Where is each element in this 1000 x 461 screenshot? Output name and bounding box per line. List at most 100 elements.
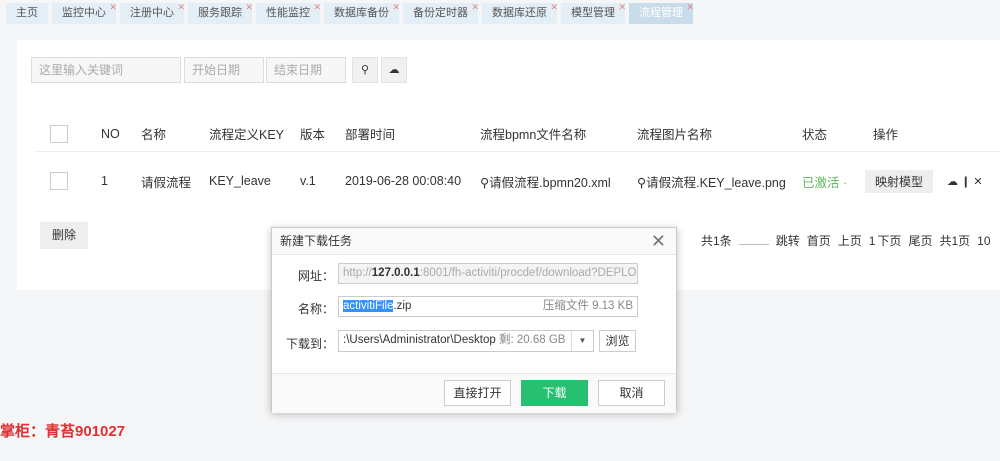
close-icon[interactable]: ✕ (973, 176, 982, 188)
tab-label: 数据库还原 (492, 7, 547, 19)
tab-close-icon[interactable]: ✕ (686, 0, 694, 18)
page-size-value: 10 (977, 234, 991, 248)
name-label: 名称： (297, 302, 334, 316)
page-count: 共1页 (939, 234, 971, 248)
tab-label: 监控中心 (62, 7, 106, 19)
table-header: NO 名称 流程定义KEY 版本 部署时间 流程bpmn文件名称 流程图片名称 … (34, 116, 1000, 152)
tab-4[interactable]: 性能监控 ✕ (256, 0, 321, 24)
tab-close-icon[interactable]: ✕ (471, 0, 479, 18)
png-link[interactable]: ⚲请假流程.KEY_leave.png (637, 172, 786, 191)
cancel-button[interactable]: 取消 (598, 380, 665, 406)
col-bpmn: 流程bpmn文件名称 (480, 128, 587, 142)
download-dialog: 新建下载任务 ✕ 网址： http://127.0.0.1:8001/fh-act… (271, 227, 677, 413)
tab-close-icon[interactable]: ✕ (392, 0, 400, 18)
status-dot: · (843, 175, 848, 190)
download-button[interactable]: 下载 (521, 380, 588, 406)
next-page[interactable]: 下页 (877, 234, 901, 248)
tab-1[interactable]: 监控中心 ✕ (52, 0, 117, 24)
browse-button[interactable]: 浏览 (599, 330, 636, 352)
map-model-button[interactable]: 映射模型 (865, 169, 934, 193)
col-name: 名称 (141, 128, 167, 142)
current-page: 1 (868, 234, 876, 248)
total-count: 共1条 (701, 234, 732, 248)
col-version: 版本 (300, 128, 326, 142)
keyword-input[interactable]: 这里输入关键词 (31, 57, 181, 83)
tab-label: 模型管理 (571, 7, 615, 19)
tab-label: 流程管理 (639, 7, 683, 19)
first-page[interactable]: 首页 (807, 234, 831, 248)
row-no: 1 (101, 174, 108, 188)
last-page[interactable]: 尾页 (908, 234, 932, 248)
url-field[interactable]: http://127.0.0.1:8001/fh-activiti/procde… (338, 263, 638, 284)
search-icon: ⚲ (360, 64, 370, 76)
dialog-footer: 直接打开 下载 取消 (272, 373, 676, 413)
search-icon: ⚲ (480, 175, 490, 190)
file-info: 压缩文件 9.13 KB (542, 300, 633, 312)
tab-close-icon[interactable]: ✕ (618, 0, 626, 18)
search-button[interactable]: ⚲ (352, 57, 378, 83)
tab-close-icon[interactable]: ✕ (245, 0, 253, 18)
col-key: 流程定义KEY (209, 128, 285, 142)
start-date-input[interactable]: 开始日期 (184, 57, 264, 83)
row-name: 请假流程 (141, 175, 192, 190)
png-filename: 请假流程.KEY_leave.png (646, 175, 786, 190)
table-row: 1 请假流程 KEY_leave v.1 2019-06-28 00:08:40… (34, 158, 1000, 204)
tab-5[interactable]: 数据库备份 ✕ (324, 0, 400, 24)
tab-close-icon[interactable]: ✕ (550, 0, 558, 18)
tab-label: 性能监控 (266, 7, 310, 19)
jump-button[interactable]: 跳转 (776, 234, 800, 248)
tab-9[interactable]: 流程管理 ✕ (629, 0, 694, 24)
tab-close-icon[interactable]: ✕ (109, 0, 117, 18)
tab-6[interactable]: 备份定时器 ✕ (403, 0, 479, 24)
end-date-input[interactable]: 结束日期 (266, 57, 346, 83)
tab-bar: 主页 监控中心 ✕ 注册中心 ✕ 服务跟踪 ✕ 性能监控 ✕ 数据库备份 ✕ 备份定时器 ✕ 数据库还原 ✕… (6, 0, 694, 24)
col-actions: 操作 (873, 128, 899, 142)
url-host: 127.0.0.1 (371, 267, 420, 279)
page-size-select[interactable]: 10 ▾ (977, 234, 1000, 248)
close-icon[interactable]: ✕ (651, 228, 666, 255)
export-button[interactable]: ☁ (381, 57, 407, 83)
pause-icon[interactable]: ❙ (961, 176, 970, 188)
cloud-download-icon: ☁ (388, 64, 400, 76)
tab-0[interactable]: 主页 (6, 3, 48, 24)
cloud-download-icon[interactable]: ☁ (947, 176, 958, 188)
bpmn-filename: 请假流程.bpmn20.xml (489, 175, 611, 190)
tab-close-icon[interactable]: ✕ (313, 0, 321, 18)
url-label: 网址： (297, 269, 334, 283)
col-time: 部署时间 (345, 128, 396, 142)
pagination: 共1条 跳转首页上页 1下页尾页共1页 10 ▾ (701, 232, 1000, 249)
filename-ext: .zip (393, 300, 412, 312)
tab-label: 主页 (16, 7, 38, 19)
filename-field[interactable]: activitiFile.zip 压缩文件 9.13 KB (338, 296, 638, 317)
row-checkbox[interactable] (50, 172, 68, 190)
row-key: KEY_leave (209, 174, 271, 188)
col-png: 流程图片名称 (637, 128, 713, 142)
delete-button[interactable]: 删除 (40, 222, 88, 249)
tab-7[interactable]: 数据库还原 ✕ (482, 0, 558, 24)
prev-page[interactable]: 上页 (838, 234, 862, 248)
tab-2[interactable]: 注册中心 ✕ (120, 0, 185, 24)
status-text: 已激活 (802, 175, 840, 190)
tab-label: 数据库备份 (334, 7, 389, 19)
free-space: 剩: 20.68 GB (498, 334, 566, 346)
tab-3[interactable]: 服务跟踪 ✕ (188, 0, 253, 24)
dialog-title: 新建下载任务 (280, 234, 353, 248)
status-badge[interactable]: 已激活 · (802, 172, 847, 191)
search-icon: ⚲ (637, 175, 647, 190)
filename-selected: activitiFile (343, 300, 394, 312)
select-all-checkbox[interactable] (50, 124, 68, 143)
tab-label: 服务跟踪 (198, 7, 242, 19)
caret-down-icon[interactable]: ▼ (571, 331, 593, 351)
tab-label: 备份定时器 (413, 7, 468, 19)
col-no: NO (101, 126, 120, 141)
open-directly-button[interactable]: 直接打开 (444, 380, 511, 406)
tab-8[interactable]: 模型管理 ✕ (561, 0, 626, 24)
row-version: v.1 (300, 174, 316, 188)
tab-close-icon[interactable]: ✕ (177, 0, 185, 18)
url-rest: :8001/fh-activiti/procdef/download?DEPLO… (419, 267, 638, 279)
jump-input[interactable] (738, 233, 769, 245)
bpmn-link[interactable]: ⚲请假流程.bpmn20.xml (480, 172, 611, 191)
url-prefix: http:// (343, 267, 372, 279)
tab-label: 注册中心 (130, 7, 174, 19)
dest-path-select[interactable]: :\Users\Administrator\Desktop 剩: 20.68 G… (338, 330, 594, 352)
